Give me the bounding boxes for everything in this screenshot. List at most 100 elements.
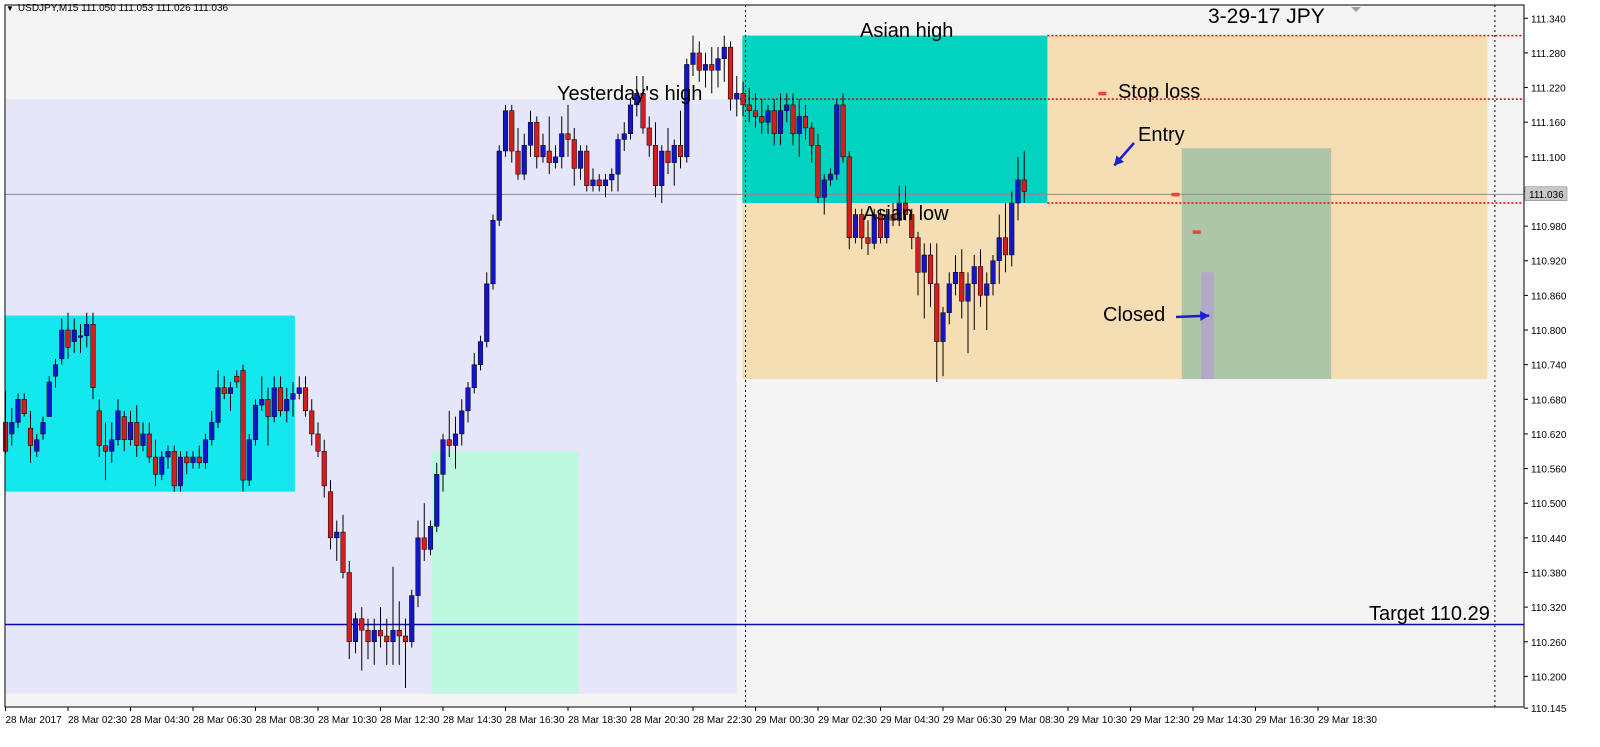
candle-bear [340, 531, 346, 573]
x-tick-label: 28 Mar 20:30 [631, 715, 690, 726]
x-tick-label: 29 Mar 12:30 [1131, 715, 1190, 726]
candle-bull [527, 121, 534, 146]
candle-bull [296, 387, 302, 394]
candle-bear [90, 323, 96, 389]
y-tick-label: 110.620 [1531, 430, 1567, 441]
candle-bear [309, 410, 315, 435]
candle-bull [952, 272, 959, 285]
chart-title: 3-29-17 JPY [1208, 5, 1325, 28]
candle-bear [134, 422, 140, 446]
candle-bear [196, 456, 202, 464]
candle-bear [421, 537, 427, 550]
candle-bull [702, 64, 709, 71]
candle-bear [815, 145, 821, 198]
candle-bear [346, 572, 352, 643]
chart-canvas[interactable]: Yesterday's high Asian high Asian low Stop … [0, 0, 1600, 747]
x-tick-label: 28 Mar 16:30 [506, 715, 565, 726]
candle-bull [852, 214, 859, 238]
candle-bear [102, 445, 109, 452]
candle-bear [1002, 237, 1009, 256]
candle-bear [677, 145, 684, 158]
candle-bull [1015, 179, 1021, 204]
candle-bear [321, 451, 327, 487]
y-tick-label: 111.340 [1531, 14, 1566, 25]
candle-bear [302, 387, 309, 412]
candle-bull [352, 618, 359, 643]
x-tick-label: 28 Mar 06:30 [193, 715, 252, 726]
candle-bull [409, 595, 415, 643]
x-tick-label: 28 Mar 08:30 [256, 715, 315, 726]
candle-bear [959, 272, 965, 302]
candle-bull [552, 156, 559, 163]
y-tick-label: 110.920 [1531, 257, 1567, 268]
candle-bear [359, 618, 365, 631]
y-tick-label: 110.740 [1531, 361, 1567, 372]
candle-bear [802, 116, 809, 129]
order-marker-2 [1171, 192, 1180, 197]
candle-bull [434, 474, 440, 527]
candle-bear [377, 629, 384, 637]
candle-bear [740, 93, 746, 106]
candle-bull [834, 104, 840, 175]
candle-bear [171, 451, 177, 487]
x-tick-label: 28 Mar 22:30 [693, 715, 752, 726]
candle-bull [40, 422, 46, 435]
x-tick-label: 29 Mar 08:30 [1006, 715, 1065, 726]
candle-bull [559, 133, 565, 158]
candle-bull [71, 329, 77, 342]
y-tick-label: 110.560 [1531, 465, 1567, 476]
x-tick-label: 28 Mar 2017 [6, 715, 63, 726]
candle-bear [277, 387, 284, 412]
candle-bull [684, 64, 690, 158]
candle-bear [534, 121, 540, 158]
candle-bear [384, 635, 390, 643]
candle-bull [627, 104, 634, 134]
candle-bull [940, 312, 946, 342]
y-tick-label: 111.160 [1531, 118, 1566, 129]
candle-bull [765, 110, 771, 123]
candle-bull [84, 323, 90, 337]
y-tick-label: 111.280 [1531, 49, 1566, 60]
y-tick-label: 110.440 [1531, 534, 1567, 545]
candle-bull [59, 329, 65, 360]
x-tick-label: 29 Mar 16:30 [1256, 715, 1315, 726]
dropdown-triangle-icon[interactable]: ▼ [6, 4, 14, 13]
candle-bull [621, 133, 627, 140]
candle-bull [459, 410, 465, 435]
candle-bull [609, 173, 615, 181]
zone-low-range [431, 451, 579, 694]
y-tick-label: 110.980 [1531, 222, 1567, 233]
candle-bull [590, 179, 596, 186]
candle-bull [34, 439, 40, 452]
candle-bear [977, 266, 984, 296]
x-tick-label: 29 Mar 10:30 [1068, 715, 1127, 726]
candle-bull [502, 110, 509, 152]
x-tick-label: 29 Mar 04:30 [881, 715, 940, 726]
candle-bull [471, 364, 477, 389]
candle-bull [190, 456, 196, 464]
candle-bear [121, 416, 127, 440]
x-tick-label: 29 Mar 02:30 [818, 715, 877, 726]
candle-bull [177, 456, 184, 487]
candle-bear [790, 104, 796, 134]
trading-chart[interactable]: Yesterday's high Asian high Asian low Stop … [0, 0, 1600, 747]
label-target: Target 110.29 [1369, 603, 1490, 625]
candle-bull [115, 410, 121, 440]
candle-bull [252, 404, 259, 440]
candle-bear [652, 145, 659, 186]
candle-bear [546, 150, 552, 163]
candle-bull [77, 335, 84, 338]
candle-bull [946, 283, 952, 313]
candle-bear [596, 179, 602, 186]
candle-bull [290, 393, 296, 400]
candle-bull [577, 150, 584, 169]
candle-bear [509, 110, 515, 152]
candle-bull [1009, 202, 1015, 256]
candle-bull [484, 283, 490, 342]
zone-asian-range [742, 35, 1048, 204]
candle-bull [159, 456, 165, 475]
symbol-ohlc-values: 111.050 111.053 111.026 111.036 [81, 3, 229, 14]
x-tick-label: 28 Mar 02:30 [68, 715, 127, 726]
candle-bull [477, 341, 484, 365]
candle-bear [927, 254, 934, 285]
